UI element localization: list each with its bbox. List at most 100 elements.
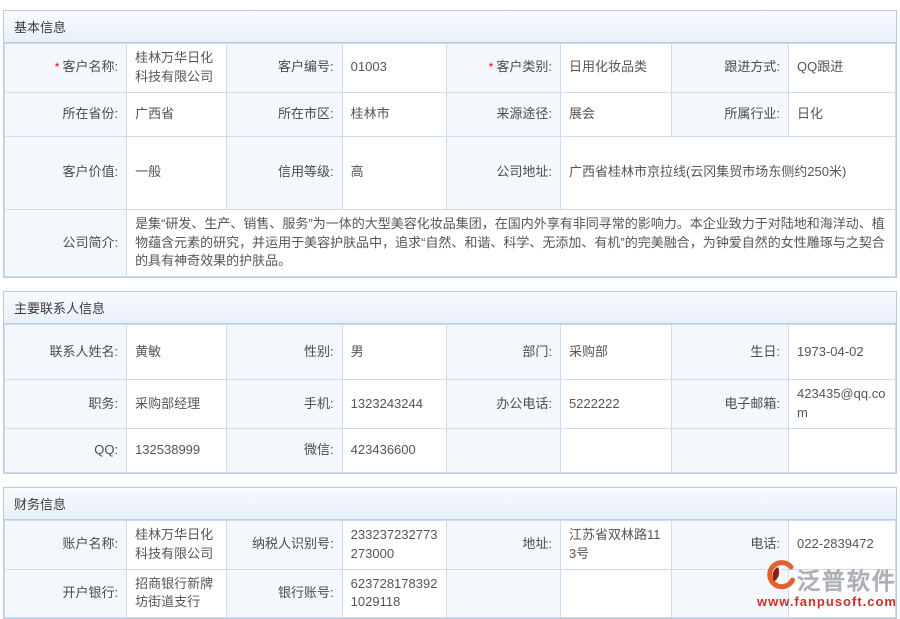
table-row: 开户银行:招商银行新牌坊街道支行 银行账号: 6237281783921029118	[5, 569, 896, 618]
field-value: 日用化妆品类	[569, 59, 647, 74]
field-label: 账户名称:	[62, 536, 118, 551]
field-value: 招商银行新牌坊街道支行	[135, 576, 213, 610]
field-value-cell: 高	[342, 136, 446, 209]
field-label-cell: 纳税人识别号:	[226, 520, 342, 569]
field-label-cell: 电话:	[672, 520, 789, 569]
field-label: 所在省份:	[62, 106, 118, 121]
field-value-cell: 广西省	[127, 92, 227, 136]
field-label: 生日:	[750, 344, 780, 359]
field-label-cell: 办公电话:	[446, 380, 560, 429]
field-label-cell: 账户名称:	[5, 520, 127, 569]
finance-info-table: 账户名称: 桂林万华日化科技有限公司纳税人识别号: 2332372327732730…	[4, 520, 896, 618]
field-label-cell: 信用等级:	[226, 136, 342, 209]
table-row: 职务: 采购部经理手机: 1323243244 办公电话:5222222 电子邮箱: 42…	[5, 380, 896, 429]
field-value-cell: 1973-04-02	[789, 325, 896, 380]
field-value-cell: 江苏省双林路113号	[560, 520, 671, 569]
field-value: 022-2839472	[797, 536, 874, 551]
field-value-cell: 5222222	[560, 380, 671, 429]
contact-info-table: 联系人姓名: 黄敏 性别: 男 部门: 采购部 生日: 1973-04-02 职务: 采购部经理手…	[4, 324, 896, 473]
table-row: *客户名称:桂林万华日化科技有限公司客户编号:01003*客户类别:日用化妆品类…	[5, 44, 896, 93]
basic-info-table: *客户名称:桂林万华日化科技有限公司客户编号:01003*客户类别:日用化妆品类…	[4, 43, 896, 277]
field-label-cell: *客户名称:	[5, 44, 127, 93]
field-value-cell	[789, 569, 896, 618]
field-label: 信用等级:	[278, 164, 334, 179]
field-label: 跟进方式:	[724, 59, 780, 74]
field-value-cell: 日用化妆品类	[560, 44, 671, 93]
field-value-cell: 132538999	[127, 428, 227, 472]
required-marker: *	[489, 60, 494, 74]
field-value: 桂林万华日化科技有限公司	[135, 527, 213, 561]
field-value: 黄敏	[135, 344, 161, 359]
field-value-cell: 采购部经理	[127, 380, 227, 429]
field-label-cell: 公司简介:	[5, 209, 127, 277]
field-label: 公司简介:	[62, 235, 118, 250]
field-label-cell: 开户银行:	[5, 569, 127, 618]
field-value-cell: 是集“研发、生产、销售、服务”为一体的大型美容化妆品集团，在国内外享有非同寻常的…	[127, 209, 896, 277]
field-value-cell: 233237232773273000	[342, 520, 446, 569]
field-label: 联系人姓名:	[49, 344, 118, 359]
field-label: 部门:	[522, 344, 552, 359]
table-row: 联系人姓名: 黄敏 性别: 男 部门: 采购部 生日: 1973-04-02	[5, 325, 896, 380]
table-row: 客户价值: 一般 信用等级: 高 公司地址: 广西省桂林市京拉线(云冈集贸市场东侧约250…	[5, 136, 896, 209]
field-value: 高	[351, 164, 364, 179]
field-value: 广西省	[135, 106, 174, 121]
field-value: QQ跟进	[797, 59, 843, 74]
field-label: 地址:	[522, 536, 552, 551]
field-value-cell: QQ跟进	[789, 44, 896, 93]
field-value-cell: 423435@qq.com	[789, 380, 896, 429]
customer-detail-page: 基本信息*客户名称:桂林万华日化科技有限公司客户编号:01003*客户类别:日用…	[0, 10, 900, 619]
field-label: 客户类别:	[496, 59, 552, 74]
field-value-cell: 一般	[127, 136, 227, 209]
field-value-cell: 广西省桂林市京拉线(云冈集贸市场东侧约250米)	[560, 136, 895, 209]
field-value: 423436600	[351, 442, 416, 457]
field-value-cell	[560, 428, 671, 472]
field-label-cell: 所在省份:	[5, 92, 127, 136]
field-value-cell: 招商银行新牌坊街道支行	[127, 569, 227, 618]
field-label-cell: QQ:	[5, 428, 127, 472]
field-value: 桂林市	[351, 106, 390, 121]
field-label: 电话:	[750, 536, 780, 551]
field-label-cell: 手机:	[226, 380, 342, 429]
field-label: 公司地址:	[496, 164, 552, 179]
basic-info-title: 基本信息	[4, 11, 896, 43]
field-value: 采购部	[569, 344, 608, 359]
field-label-cell: 生日:	[672, 325, 789, 380]
field-label: 微信:	[304, 442, 334, 457]
field-label-cell: 地址:	[446, 520, 560, 569]
field-label-cell: 公司地址:	[446, 136, 560, 209]
field-label: 职务:	[88, 396, 118, 411]
field-value-cell: 423436600	[342, 428, 446, 472]
field-value-cell	[560, 569, 671, 618]
field-value: 1973-04-02	[797, 344, 864, 359]
field-label-cell: 客户价值:	[5, 136, 127, 209]
field-value-cell: 展会	[560, 92, 671, 136]
field-label: 银行账号:	[278, 585, 334, 600]
table-row: 公司简介: 是集“研发、生产、销售、服务”为一体的大型美容化妆品集团，在国内外享有…	[5, 209, 896, 277]
contact-info-title: 主要联系人信息	[4, 292, 896, 324]
field-label-cell: *客户类别:	[446, 44, 560, 93]
field-label: 所属行业:	[724, 106, 780, 121]
field-label-cell: 银行账号:	[226, 569, 342, 618]
field-label: 性别:	[304, 344, 334, 359]
field-value: 6237281783921029118	[351, 576, 438, 610]
field-value-cell: 6237281783921029118	[342, 569, 446, 618]
field-label-cell: 电子邮箱:	[672, 380, 789, 429]
field-label-cell	[446, 569, 560, 618]
field-value-cell: 男	[342, 325, 446, 380]
field-value: 233237232773273000	[351, 527, 438, 561]
field-value: 桂林万华日化科技有限公司	[135, 50, 213, 84]
table-row: QQ:132538999 微信: 423436600	[5, 428, 896, 472]
field-value: 江苏省双林路113号	[569, 527, 661, 561]
field-value-cell: 黄敏	[127, 325, 227, 380]
field-value: 1323243244	[351, 396, 423, 411]
field-value: 广西省桂林市京拉线(云冈集贸市场东侧约250米)	[569, 164, 846, 179]
finance-info-panel: 财务信息账户名称:桂林万华日化科技有限公司纳税人识别号:233237232773…	[3, 487, 897, 619]
field-label-cell: 跟进方式:	[672, 44, 789, 93]
field-label-cell: 部门:	[446, 325, 560, 380]
field-label-cell: 微信:	[226, 428, 342, 472]
field-value-cell	[789, 428, 896, 472]
field-label: 电子邮箱:	[724, 396, 780, 411]
field-label: 客户编号:	[278, 59, 334, 74]
field-label: 客户价值:	[62, 164, 118, 179]
table-row: 账户名称: 桂林万华日化科技有限公司纳税人识别号: 2332372327732730…	[5, 520, 896, 569]
